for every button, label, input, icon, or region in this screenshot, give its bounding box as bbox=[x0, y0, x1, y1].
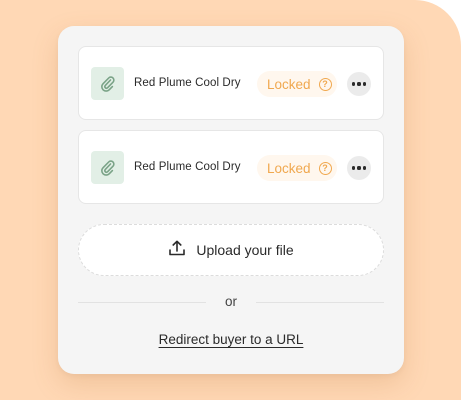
more-dot bbox=[362, 166, 366, 170]
more-dot bbox=[352, 82, 356, 86]
file-item: Red Plume Cool Dry Locked ? bbox=[78, 46, 384, 120]
help-icon[interactable]: ? bbox=[318, 161, 332, 175]
locked-badge[interactable]: Locked ? bbox=[257, 155, 337, 181]
file-upload-card: Red Plume Cool Dry Locked ? Red Plume Co… bbox=[58, 26, 404, 374]
divider-line bbox=[256, 302, 384, 303]
locked-badge[interactable]: Locked ? bbox=[257, 71, 337, 97]
upload-file-button[interactable]: Upload your file bbox=[78, 224, 384, 276]
paperclip-icon bbox=[91, 67, 124, 100]
file-name: Red Plume Cool Dry bbox=[134, 161, 241, 173]
or-divider: or bbox=[78, 294, 384, 310]
help-icon[interactable]: ? bbox=[318, 77, 332, 91]
locked-label: Locked bbox=[267, 76, 311, 92]
paperclip-icon bbox=[91, 151, 124, 184]
more-dot bbox=[362, 82, 366, 86]
more-dot bbox=[357, 82, 361, 86]
file-item: Red Plume Cool Dry Locked ? bbox=[78, 130, 384, 204]
more-dot bbox=[357, 166, 361, 170]
more-dot bbox=[352, 166, 356, 170]
more-options-button[interactable] bbox=[347, 72, 371, 96]
redirect-url-link[interactable]: Redirect buyer to a URL bbox=[58, 332, 404, 347]
locked-label: Locked bbox=[267, 160, 311, 176]
upload-label: Upload your file bbox=[196, 242, 294, 258]
more-options-button[interactable] bbox=[347, 156, 371, 180]
upload-icon bbox=[168, 239, 186, 262]
file-name: Red Plume Cool Dry bbox=[134, 77, 241, 89]
